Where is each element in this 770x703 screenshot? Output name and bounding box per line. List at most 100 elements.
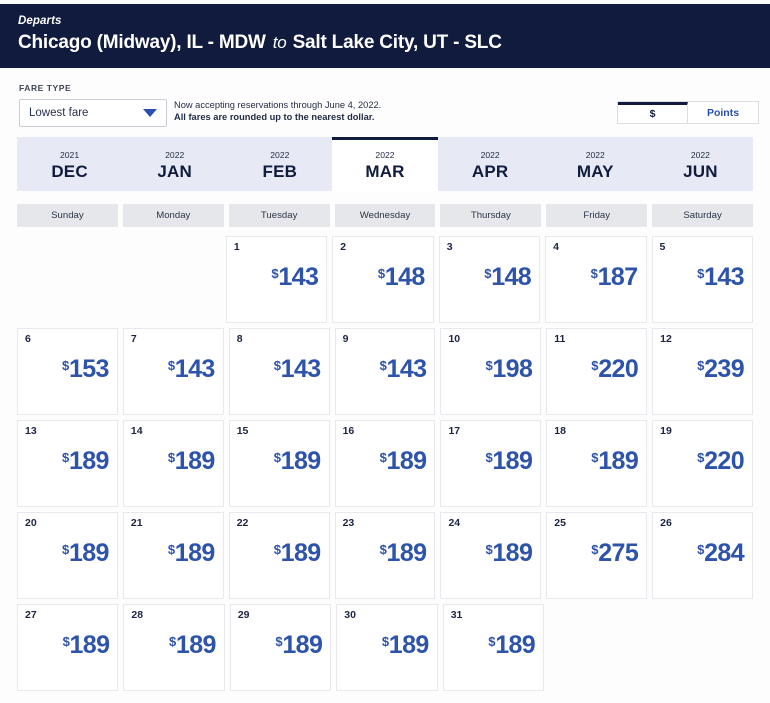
weekday-header-monday: Monday [122,204,224,227]
fare-amount: 189 [280,447,322,475]
weekday-header-saturday: Saturday [652,204,754,227]
fare-amount: 189 [68,447,110,475]
fare-price: $148 [440,260,531,295]
route-banner: Departs Chicago (Midway), IL - MDW to Salt… [0,4,770,68]
calendar-day-cell[interactable]: 5 $143 [651,236,753,323]
calendar-day-cell[interactable]: 16 $189 [334,420,436,507]
currency-symbol: $ [62,450,69,465]
currency-symbol: $ [167,358,175,373]
month-tab-year: 2022 [690,149,710,160]
calendar-day-cell[interactable]: 1 $143 [225,236,328,323]
day-number: 1 [233,241,240,253]
month-tab-jan[interactable]: 2022 JAN [122,137,228,191]
month-tab-year: 2022 [480,149,500,160]
calendar-day-cell[interactable]: 27 $189 [17,604,119,691]
currency-symbol: $ [273,542,281,557]
calendar-day-cell[interactable]: 20 $189 [17,512,118,599]
fare-price: $189 [124,444,215,479]
fare-price: $143 [653,260,744,295]
calendar-day-cell[interactable]: 28 $189 [123,604,225,691]
fare-amount: 143 [280,355,322,383]
fare-amount: 189 [280,539,322,567]
day-number: 2 [340,241,347,253]
currency-toggle-dollar[interactable]: $ [618,102,688,123]
fare-amount: 187 [597,263,639,291]
fare-price: $153 [18,352,109,387]
currency-symbol: $ [379,542,387,557]
calendar-day-cell[interactable]: 4 $187 [545,236,647,323]
month-tab-dec[interactable]: 2021 DEC [17,137,123,191]
fare-amount: 189 [598,447,639,475]
currency-symbol: $ [167,450,175,465]
month-tab-name: FEB [262,161,298,181]
calendar-day-cell[interactable]: 25 $275 [546,512,648,599]
currency-toggle-points[interactable]: Points [688,102,758,123]
calendar-day-cell[interactable]: 21 $189 [122,512,224,599]
calendar-day-cell[interactable]: 8 $143 [228,328,330,415]
calendar-empty-cell [17,236,116,323]
calendar-day-cell[interactable]: 11 $220 [546,328,648,415]
calendar-day-cell[interactable]: 23 $189 [334,512,436,599]
destination-airport: Salt Lake City, UT - SLC [292,32,502,53]
fare-amount: 189 [492,447,533,475]
fare-type-select[interactable]: Lowest fare [19,99,167,127]
day-number: 12 [660,333,672,345]
calendar-day-cell[interactable]: 26 $284 [652,512,754,599]
calendar-day-cell[interactable]: 17 $189 [440,420,542,507]
reservations-notice: Now accepting reservations through June … [174,100,381,123]
fare-amount: 143 [174,355,216,383]
calendar-day-cell[interactable]: 6 $153 [17,328,118,415]
day-number: 8 [236,333,243,345]
calendar-day-cell[interactable]: 29 $189 [229,604,332,691]
calendar-day-cell[interactable]: 22 $189 [228,512,330,599]
calendar-day-cell[interactable]: 18 $189 [546,420,648,507]
month-tab-year: 2022 [165,149,185,160]
calendar-day-cell[interactable]: 15 $189 [228,420,330,507]
calendar-day-cell[interactable]: 9 $143 [334,328,436,415]
fare-price: $189 [547,444,638,479]
day-number: 25 [554,517,566,529]
fare-amount: 143 [278,263,319,291]
calendar-day-cell[interactable]: 30 $189 [336,604,438,691]
fare-amount: 189 [386,447,428,475]
month-tab-jun[interactable]: 2022 JUN [647,137,753,191]
month-tab-mar[interactable]: 2022 MAR [332,137,438,191]
currency-symbol: $ [168,634,176,649]
currency-symbol: $ [273,450,281,465]
currency-symbol: $ [697,266,705,281]
fare-price: $189 [230,444,321,479]
month-tab-feb[interactable]: 2022 FEB [227,137,333,191]
month-tab-may[interactable]: 2022 MAY [542,137,648,191]
fare-price: $239 [653,352,744,387]
fare-price: $148 [333,260,425,295]
route-connector: to [272,33,287,52]
day-number: 18 [554,425,566,437]
calendar-day-cell[interactable]: 24 $189 [440,512,542,599]
currency-symbol: $ [62,634,70,649]
fare-amount: 153 [68,355,110,383]
weekday-header-sunday: Sunday [17,204,118,227]
day-number: 17 [448,425,461,437]
month-tab-apr[interactable]: 2022 APR [437,137,543,191]
fare-price: $189 [18,628,110,663]
calendar-day-cell[interactable]: 7 $143 [122,328,224,415]
day-number: 15 [236,425,249,437]
day-number: 29 [237,609,250,621]
fare-amount: 189 [282,631,323,659]
calendar-day-cell[interactable]: 12 $239 [652,328,754,415]
calendar-day-cell[interactable]: 3 $148 [438,236,541,323]
calendar-day-cell[interactable]: 14 $189 [122,420,224,507]
calendar-day-cell[interactable]: 2 $148 [332,236,434,323]
currency-toggle: $ Points [617,101,759,124]
calendar-day-cell[interactable]: 10 $198 [440,328,542,415]
calendar-day-cell[interactable]: 31 $189 [442,604,545,691]
fare-amount: 189 [495,631,536,659]
calendar-day-cell[interactable]: 13 $189 [17,420,118,507]
fare-price: $189 [231,628,322,663]
calendar-day-cell[interactable]: 19 $220 [652,420,754,507]
fare-price: $220 [653,444,744,479]
notice-line-2: All fares are rounded up to the nearest … [174,111,375,122]
fare-price: $189 [336,444,427,479]
fare-amount: 189 [68,539,110,567]
month-tab-name: DEC [51,161,88,181]
